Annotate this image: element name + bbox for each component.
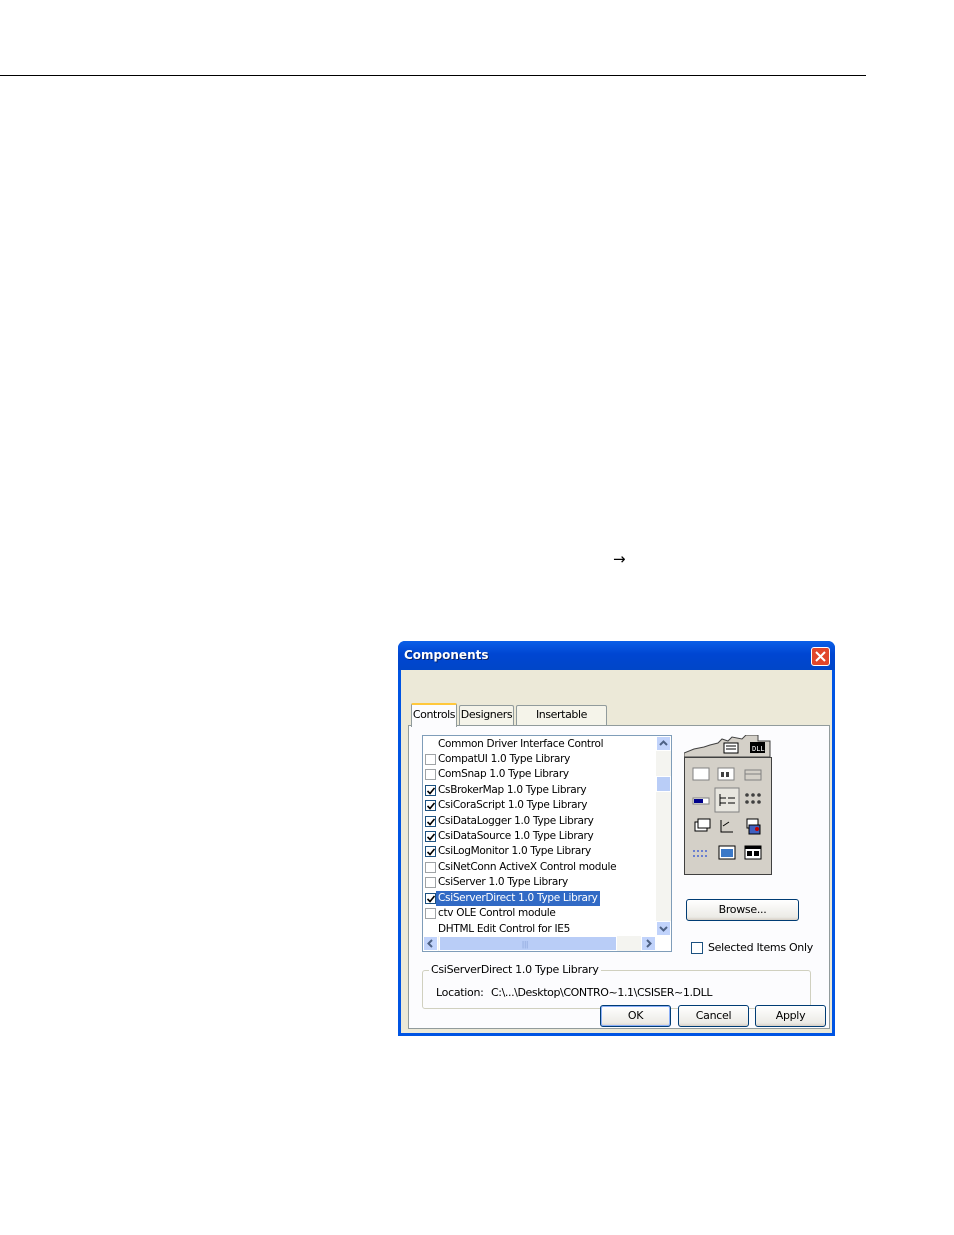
list-item[interactable]: CompatUI 1.0 Type Library	[423, 752, 656, 767]
list-item-label: Common Driver Interface Control	[438, 738, 604, 750]
list-item-checkbox[interactable]	[425, 816, 436, 827]
apply-button-label: Apply	[775, 1009, 806, 1022]
list-item-checkbox[interactable]	[425, 754, 436, 765]
list-item[interactable]: DHTML Edit Control for IE5	[423, 922, 656, 937]
arrow-left-icon	[427, 939, 433, 948]
list-item[interactable]: CsiCoraScript 1.0 Type Library	[423, 798, 656, 813]
scroll-grip-icon: |||	[522, 940, 529, 949]
list-item-label: CsBrokerMap 1.0 Type Library	[438, 784, 587, 796]
checkmark-icon	[427, 833, 435, 841]
tab-label: Controls	[412, 708, 456, 721]
arrow-down-icon	[659, 926, 668, 932]
list-item-label: DHTML Edit Control for IE5	[438, 923, 570, 935]
list-item-label: CsiLogMonitor 1.0 Type Library	[438, 845, 591, 857]
checkmark-icon	[427, 818, 435, 826]
list-item-label: ComSnap 1.0 Type Library	[438, 768, 569, 780]
ok-button[interactable]: OK	[600, 1005, 671, 1027]
list-item-label: ctv OLE Control module	[438, 907, 556, 919]
list-item-checkbox[interactable]	[425, 831, 436, 842]
horizontal-scroll-thumb[interactable]: |||	[439, 936, 617, 951]
list-item-label: CsiDataSource 1.0 Type Library	[438, 830, 594, 842]
list-item-label: CsiServer 1.0 Type Library	[438, 876, 568, 888]
group-title: CsiServerDirect 1.0 Type Library	[429, 963, 601, 976]
selected-items-only-label: Selected Items Only	[708, 941, 813, 954]
dialog-title: Components	[404, 648, 489, 662]
cancel-button-label: Cancel	[695, 1009, 732, 1022]
toolbox-tabs-icon: DLL	[684, 735, 771, 758]
horizontal-scrollbar[interactable]: |||	[423, 936, 656, 951]
browse-button-label: Browse...	[718, 903, 767, 916]
scroll-left-button[interactable]	[423, 936, 438, 951]
list-item-selected[interactable]: CsiServerDirect 1.0 Type Library	[423, 891, 656, 906]
list-item-label: CsiServerDirect 1.0 Type Library	[436, 891, 600, 906]
tab-controls[interactable]: Controls	[411, 703, 457, 727]
list-item[interactable]: CsiDataSource 1.0 Type Library	[423, 829, 656, 844]
scroll-up-button[interactable]	[656, 736, 671, 751]
toolbox-controls-icon	[692, 767, 762, 860]
vertical-scroll-thumb[interactable]	[656, 776, 671, 792]
page-divider-rule	[0, 75, 866, 76]
list-item-checkbox[interactable]	[425, 846, 436, 857]
checkmark-icon	[427, 848, 435, 856]
list-item-label: CsiNetConn ActiveX Control module	[438, 861, 617, 873]
list-item[interactable]: CsBrokerMap 1.0 Type Library	[423, 783, 656, 798]
list-item-checkbox[interactable]	[425, 785, 436, 796]
tab-insertable-objects[interactable]: Insertable Objects	[516, 705, 607, 739]
browse-button[interactable]: Browse...	[686, 899, 799, 921]
list-item[interactable]: CsiDataLogger 1.0 Type Library	[423, 814, 656, 829]
list-item[interactable]: ComSnap 1.0 Type Library	[423, 767, 656, 782]
list-item[interactable]: Common Driver Interface Control	[423, 737, 656, 752]
checkmark-icon	[427, 895, 435, 903]
list-item[interactable]: CsiServer 1.0 Type Library	[423, 875, 656, 890]
ok-button-label: OK	[627, 1009, 644, 1022]
dialog-client-area: Controls Designers Insertable Objects Co…	[401, 670, 832, 1033]
list-item-checkbox[interactable]	[425, 908, 436, 919]
title-bar[interactable]: Components	[398, 641, 835, 670]
list-item-checkbox[interactable]	[425, 800, 436, 811]
selection-info-group: CsiServerDirect 1.0 Type Library Locatio…	[422, 963, 811, 1009]
checkmark-icon	[427, 802, 435, 810]
tab-designers[interactable]: Designers	[459, 705, 514, 725]
list-item-checkbox[interactable]	[425, 877, 436, 888]
list-item-checkbox[interactable]	[425, 769, 436, 780]
components-list[interactable]: Common Driver Interface Control CompatUI…	[422, 735, 672, 952]
cancel-button[interactable]: Cancel	[678, 1005, 749, 1027]
location-label: Location:	[436, 986, 484, 999]
checkmark-icon	[427, 787, 435, 795]
list-item[interactable]: CsiNetConn ActiveX Control module	[423, 860, 656, 875]
list-item[interactable]: CsiLogMonitor 1.0 Type Library	[423, 844, 656, 859]
location-value: C:\...\Desktop\CONTRO~1.1\CSISER~1.DLL	[491, 986, 713, 999]
svg-text:DLL: DLL	[752, 745, 765, 753]
list-item[interactable]: ctv OLE Control module	[423, 906, 656, 921]
close-button[interactable]	[811, 647, 830, 666]
apply-button[interactable]: Apply	[755, 1005, 826, 1027]
list-item-checkbox[interactable]	[425, 862, 436, 873]
toolbox-panel	[684, 757, 772, 875]
scroll-right-button[interactable]	[641, 936, 656, 951]
toolbox-preview: DLL	[684, 735, 772, 875]
arrow-glyph: →	[613, 550, 626, 568]
components-dialog: Components Controls Designers Insertable…	[398, 641, 835, 1036]
close-icon	[815, 651, 826, 662]
arrow-right-icon	[646, 939, 652, 948]
vertical-scrollbar[interactable]	[656, 736, 671, 936]
list-item-label: CsiDataLogger 1.0 Type Library	[438, 815, 594, 827]
tab-label: Designers	[460, 708, 513, 721]
list-item-label: CompatUI 1.0 Type Library	[438, 753, 571, 765]
arrow-up-icon	[659, 740, 668, 746]
scroll-down-button[interactable]	[656, 921, 671, 936]
list-item-checkbox[interactable]	[425, 893, 436, 904]
selected-items-only-box[interactable]	[691, 942, 703, 954]
list-item-label: CsiCoraScript 1.0 Type Library	[438, 799, 588, 811]
